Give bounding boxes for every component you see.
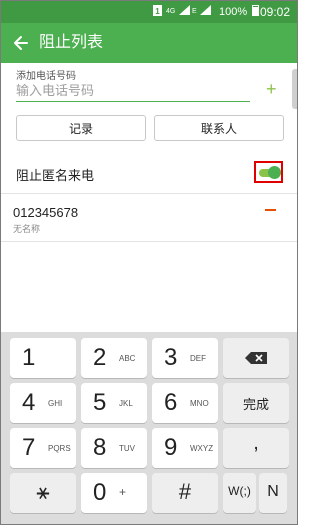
add-plus-icon[interactable]: + [266, 80, 277, 98]
edge-panel-handle[interactable] [292, 69, 297, 109]
signal-icon [179, 5, 190, 15]
n-label: N [267, 483, 279, 500]
done-label: 完成 [242, 397, 269, 412]
network-e-label: E [192, 8, 197, 15]
key-4[interactable]: 4 GHI [10, 383, 76, 423]
key-2[interactable]: 2 ABC [81, 338, 147, 378]
backspace-icon [245, 352, 267, 364]
block-anonymous-label: 阻止匿名来电 [16, 168, 95, 183]
key-digit: 8 [93, 434, 107, 461]
key-digit: 3 [164, 344, 178, 371]
key-letters: DEF [190, 354, 206, 363]
clock: 09:02 [260, 5, 291, 19]
key-letters: TUV [119, 444, 135, 453]
n-key[interactable]: N [259, 473, 287, 513]
star-label: ⚹ [36, 479, 50, 504]
wait-key[interactable]: W(;) [223, 473, 256, 513]
divider [1, 193, 297, 194]
sim-icon: 1 [153, 5, 162, 16]
blocked-contact-name: 无名称 [13, 224, 41, 234]
app-header: 阻止列表 [1, 23, 297, 63]
back-arrow-icon[interactable] [11, 33, 31, 53]
key-letters: MNO [190, 399, 209, 408]
key-8[interactable]: 8 TUV [81, 428, 147, 468]
status-bar: 1 4G E 100% 09:02 [1, 1, 297, 23]
key-7[interactable]: 7 PQRS [10, 428, 76, 468]
key-letters: + [119, 485, 127, 499]
battery-icon [252, 5, 259, 16]
remove-icon[interactable] [265, 209, 276, 211]
blocked-number: 012345678 [13, 205, 79, 220]
key-digit: 4 [22, 389, 36, 416]
dial-keyboard: 1 2 ABC 3 DEF 4 GHI 5 JKL 6 MNO 完成 7 PQR… [1, 332, 297, 524]
key-9[interactable]: 9 WXYZ [152, 428, 218, 468]
key-5[interactable]: 5 JKL [81, 383, 147, 423]
comma-label: , [253, 432, 259, 454]
key-letters: ABC [119, 354, 136, 363]
key-digit: 1 [22, 344, 36, 371]
toggle-knob [268, 166, 281, 179]
log-button[interactable]: 记录 [16, 115, 146, 141]
hash-key[interactable]: # [152, 473, 218, 513]
key-digit: 7 [22, 434, 36, 461]
key-0[interactable]: 0 + [81, 473, 147, 513]
phone-number-input[interactable] [16, 79, 250, 102]
key-digit: 9 [164, 434, 178, 461]
network-4g-label: 4G [166, 8, 176, 15]
star-key[interactable]: ⚹ [10, 473, 76, 513]
key-letters: GHI [48, 399, 63, 408]
done-key[interactable]: 完成 [223, 383, 289, 423]
key-1[interactable]: 1 [10, 338, 76, 378]
backspace-key[interactable] [223, 338, 289, 378]
page-title: 阻止列表 [39, 34, 104, 51]
block-anonymous-toggle[interactable] [254, 161, 283, 183]
contacts-button[interactable]: 联系人 [154, 115, 284, 141]
battery-percent: 100% [219, 6, 248, 18]
key-letters: WXYZ [190, 444, 214, 453]
key-6[interactable]: 6 MNO [152, 383, 218, 423]
key-3[interactable]: 3 DEF [152, 338, 218, 378]
key-letters: PQRS [48, 444, 71, 453]
comma-key[interactable]: , [223, 428, 289, 468]
key-digit: 5 [93, 389, 107, 416]
signal-icon-2 [200, 5, 211, 15]
key-digit: 0 [93, 479, 107, 506]
screen-frame: 1 4G E 100% 09:02 阻止列表 添加电话号码 + 记录 联系人 阻… [0, 0, 298, 525]
key-digit: 6 [164, 389, 178, 416]
key-letters: JKL [119, 399, 133, 408]
divider [1, 241, 297, 242]
key-digit: 2 [93, 344, 107, 371]
hash-label: # [178, 479, 192, 504]
wait-label: W(;) [228, 484, 251, 498]
